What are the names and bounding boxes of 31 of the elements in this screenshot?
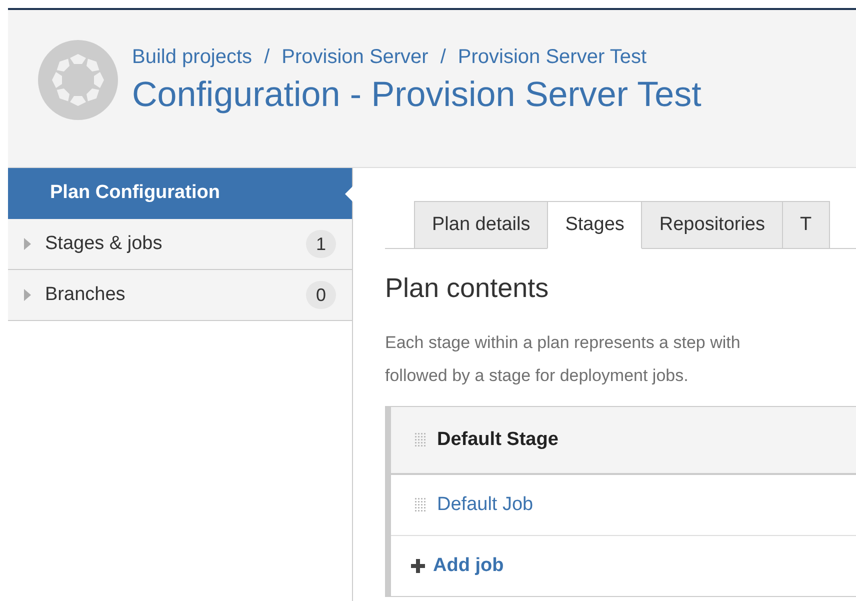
sidebar-item[interactable]: Stages & jobs 1 <box>8 219 352 270</box>
breadcrumb-link[interactable]: Provision Server <box>282 46 428 69</box>
tab[interactable]: Repositories <box>641 201 783 248</box>
count-badge: 0 <box>306 281 336 309</box>
add-job-link[interactable]: Add job <box>411 555 504 577</box>
logo-icon <box>38 40 118 120</box>
sidebar-item-label: Branches <box>45 284 126 306</box>
tab[interactable]: T <box>782 201 830 248</box>
drag-handle-icon[interactable] <box>415 433 427 447</box>
section-heading: Plan contents <box>385 273 550 304</box>
page-title: Configuration - Provision Server Test <box>132 75 702 115</box>
selection-notch-icon <box>345 186 353 202</box>
description-line: Each stage within a plan represents a step with <box>385 332 742 354</box>
tab[interactable]: Stages <box>547 201 642 249</box>
caret-icon <box>24 238 31 250</box>
plus-icon <box>411 559 425 573</box>
breadcrumb-separator: / <box>264 46 270 69</box>
job-link[interactable]: Default Job <box>437 494 534 516</box>
breadcrumb-separator: / <box>440 46 446 69</box>
count-badge: 1 <box>306 230 336 258</box>
drag-handle-icon[interactable] <box>415 498 427 512</box>
description-line: followed by a stage for deployment jobs. <box>385 365 690 387</box>
stage-name: Default Stage <box>437 429 558 451</box>
sidebar-item-label: Plan Configuration <box>50 182 220 204</box>
tab[interactable]: Plan details <box>414 201 548 248</box>
sidebar-item[interactable]: Branches 0 <box>8 270 352 321</box>
sidebar-item-label: Stages & jobs <box>45 233 162 255</box>
caret-icon <box>24 289 31 301</box>
breadcrumb-link[interactable]: Build projects <box>132 46 252 69</box>
sidebar-item[interactable]: Plan Configuration <box>8 168 352 219</box>
breadcrumb-link[interactable]: Provision Server Test <box>458 46 646 69</box>
